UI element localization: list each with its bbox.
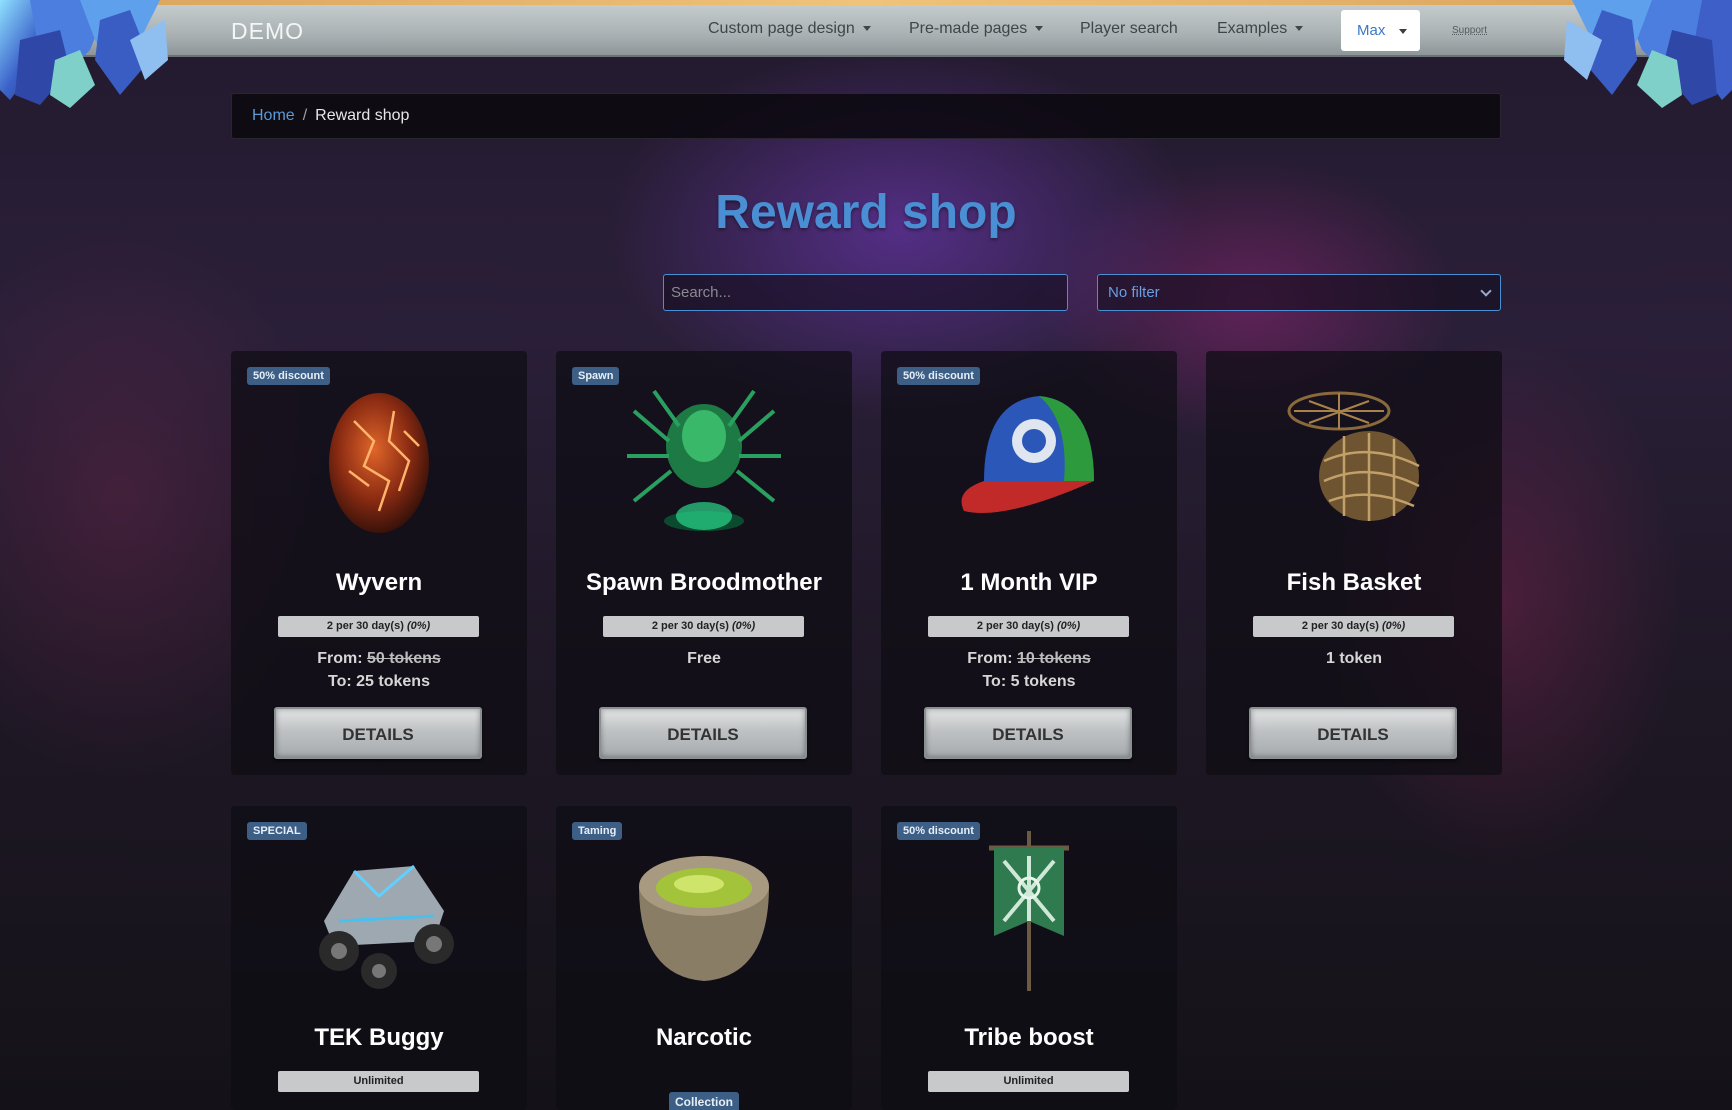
user-name: Max — [1357, 22, 1386, 39]
support-link[interactable]: Support — [1452, 25, 1487, 36]
purchase-limit: 2 per 30 day(s) (0%) — [603, 616, 804, 637]
details-button[interactable]: DETAILS — [599, 707, 807, 759]
user-menu-button[interactable]: Max — [1341, 10, 1420, 51]
spider-icon — [627, 389, 781, 531]
details-button[interactable]: DETAILS — [924, 707, 1132, 759]
breadcrumb-home-link[interactable]: Home — [252, 107, 295, 124]
price-from: From: 10 tokens — [881, 647, 1177, 670]
filter-select[interactable]: No filter — [1097, 274, 1501, 311]
purchase-limit: Unlimited — [928, 1071, 1129, 1092]
buggy-icon — [319, 864, 454, 989]
breadcrumb: Home / Reward shop — [231, 93, 1501, 139]
purchase-limit: 2 per 30 day(s) (0%) — [278, 616, 479, 637]
card-price: From: 10 tokens To: 5 tokens — [881, 647, 1177, 693]
price-value: Free — [687, 650, 721, 667]
nav-custom-page-design[interactable]: Custom page design — [708, 20, 871, 38]
product-card-wyvern: 50% discount Wyvern 2 per 30 day(s) (0%)… — [231, 351, 527, 775]
limit-text: 2 per 30 day(s) — [976, 620, 1054, 632]
basket-icon — [1287, 391, 1420, 521]
card-title: Fish Basket — [1286, 569, 1422, 596]
card-title: Spawn Broodmother — [585, 569, 822, 596]
card-badge: Spawn — [572, 367, 620, 385]
caret-down-icon — [862, 26, 871, 32]
collection-badge: Collection — [669, 1092, 740, 1110]
price-value: 1 token — [1325, 650, 1382, 667]
card-title: Wyvern — [335, 569, 423, 596]
caret-down-icon — [1295, 26, 1304, 32]
nav-label: Custom page design — [708, 20, 855, 37]
banner-icon — [989, 831, 1069, 991]
nav-label: Player search — [1080, 20, 1178, 37]
details-button[interactable]: DETAILS — [1249, 707, 1457, 759]
caret-down-icon — [1035, 26, 1044, 32]
card-badge: Taming — [572, 822, 623, 840]
card-price: Free — [556, 647, 852, 670]
price-to: To: 5 tokens — [982, 673, 1076, 690]
price-from: From: 50 tokens — [231, 647, 527, 670]
limit-percent: (0%) — [1381, 620, 1406, 632]
card-title: Tribe boost — [964, 1024, 1094, 1051]
product-card-tribe-boost: 50% discount Tribe boost Unlimited — [881, 806, 1177, 1110]
breadcrumb-separator: / — [302, 107, 308, 124]
card-price: 1 token — [1206, 647, 1502, 670]
nav-examples[interactable]: Examples — [1217, 20, 1304, 38]
price-to: To: 25 tokens — [328, 673, 430, 690]
limit-percent: (0%) — [406, 620, 431, 632]
crystal-decoration-left-icon — [0, 0, 168, 108]
filter-selected-value: No filter — [1108, 284, 1160, 301]
caret-down-icon — [1399, 28, 1408, 34]
nav-label: Examples — [1217, 20, 1288, 37]
card-title: 1 Month VIP — [960, 569, 1098, 596]
egg-icon — [329, 393, 429, 533]
limit-percent: (0%) — [731, 620, 756, 632]
card-title: TEK Buggy — [314, 1024, 444, 1051]
bowl-icon — [639, 856, 769, 981]
navbar: DEMO Custom page design Pre-made pages P… — [0, 5, 1732, 57]
price-old: 10 tokens — [1016, 650, 1091, 667]
brand-logo[interactable]: DEMO — [231, 18, 304, 45]
limit-percent: (0%) — [1056, 620, 1081, 632]
cap-icon — [961, 396, 1094, 513]
product-card-narcotic: Taming Narcotic Collection — [556, 806, 852, 1110]
price-from-label: From: — [967, 650, 1013, 667]
page-title: Reward shop — [715, 186, 1017, 239]
limit-text: 2 per 30 day(s) — [326, 620, 404, 632]
purchase-limit: 2 per 30 day(s) (0%) — [1253, 616, 1454, 637]
product-card-fish-basket: Fish Basket 2 per 30 day(s) (0%) 1 token… — [1206, 351, 1502, 775]
purchase-limit: Unlimited — [278, 1071, 479, 1092]
product-card-tek-buggy: SPECIAL TEK Buggy Unlimited — [231, 806, 527, 1110]
purchase-limit: 2 per 30 day(s) (0%) — [928, 616, 1129, 637]
breadcrumb-current: Reward shop — [315, 107, 410, 124]
card-price: From: 50 tokens To: 25 tokens — [231, 647, 527, 693]
price-from-label: From: — [317, 650, 363, 667]
product-card-spawn-broodmother: Spawn Spawn Broodmother 2 per 30 day(s) … — [556, 351, 852, 775]
price-old: 50 tokens — [366, 650, 441, 667]
limit-text: 2 per 30 day(s) — [1301, 620, 1379, 632]
nav-pre-made-pages[interactable]: Pre-made pages — [909, 20, 1044, 38]
nav-player-search[interactable]: Player search — [1080, 20, 1178, 38]
search-input[interactable] — [663, 274, 1068, 311]
nav-label: Pre-made pages — [909, 20, 1028, 37]
chevron-down-icon — [1480, 284, 1492, 297]
limit-text: 2 per 30 day(s) — [651, 620, 729, 632]
card-title: Narcotic — [655, 1024, 753, 1051]
crystal-decoration-right-icon — [1564, 0, 1732, 108]
product-card-1-month-vip: 50% discount 1 Month VIP 2 per 30 day(s)… — [881, 351, 1177, 775]
details-button[interactable]: DETAILS — [274, 707, 482, 759]
